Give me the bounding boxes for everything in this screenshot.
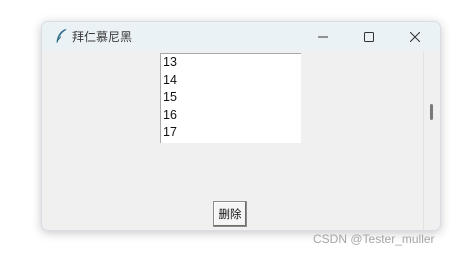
minimize-icon [318, 27, 328, 46]
feather-icon [54, 28, 68, 44]
vertical-scrollbar[interactable] [423, 51, 439, 230]
list-item[interactable]: 16 [161, 107, 301, 125]
close-icon [409, 27, 421, 46]
list-item[interactable]: 15 [161, 89, 301, 107]
list-item[interactable]: 17 [161, 124, 301, 142]
app-window: 拜仁慕尼黑 13 14 15 16 17 删除 [41, 21, 441, 231]
list-item[interactable]: 13 [161, 54, 301, 72]
delete-button[interactable]: 删除 [213, 201, 247, 227]
title-bar[interactable]: 拜仁慕尼黑 [42, 22, 440, 51]
window-title: 拜仁慕尼黑 [72, 30, 133, 44]
maximize-button[interactable] [346, 22, 392, 51]
list-item[interactable]: 14 [161, 72, 301, 90]
close-button[interactable] [392, 22, 438, 51]
scrollbar-thumb[interactable] [430, 104, 433, 120]
minimize-button[interactable] [300, 22, 346, 51]
maximize-icon [364, 27, 374, 46]
watermark: CSDN @Tester_muller [313, 232, 435, 246]
number-listbox[interactable]: 13 14 15 16 17 [160, 53, 301, 143]
